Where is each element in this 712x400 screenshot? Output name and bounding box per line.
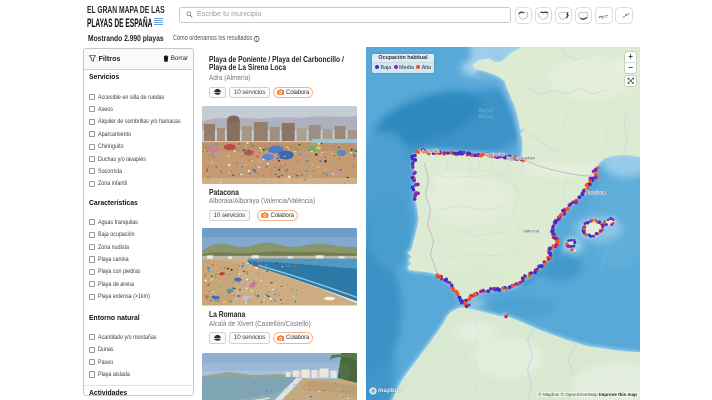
svg-text:Valencia: Valencia	[522, 229, 539, 234]
svg-text:San Sebastián: San Sebastián	[506, 156, 535, 161]
svg-text:Barcelona: Barcelona	[585, 190, 605, 195]
svg-text:Santander: Santander	[484, 152, 505, 157]
svg-text:Biscay: Biscay	[478, 114, 493, 120]
svg-text:A Coruña: A Coruña	[421, 149, 440, 154]
